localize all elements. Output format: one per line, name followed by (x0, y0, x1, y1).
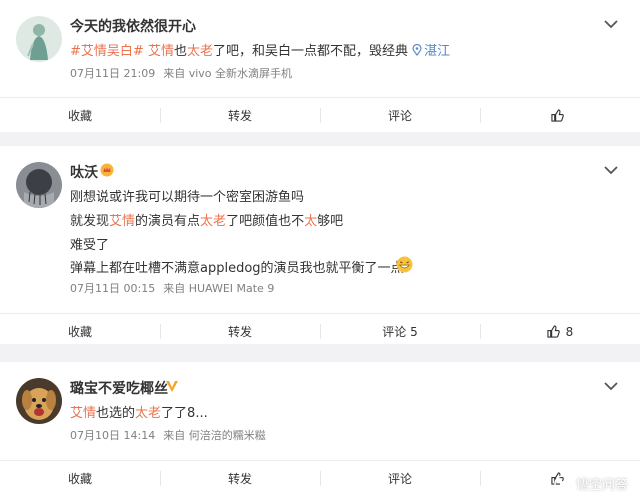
comment-button[interactable]: 评论 (320, 461, 480, 496)
grin-emoji-icon (396, 256, 413, 277)
post-card-1: 今天的我依然很开心 #艾情吴白# 艾情也太老了吧，和吴白一点都不配，毁经典 湛江… (0, 0, 640, 132)
username[interactable]: 璐宝不爱吃椰丝 (70, 378, 168, 398)
text-segment: 也 (173, 44, 187, 59)
chevron-down-icon[interactable] (604, 165, 618, 175)
action-bar: 收藏 转发 评论 (0, 460, 640, 496)
avatar[interactable] (16, 162, 62, 208)
post-meta: 07月11日 00:15 来自 HUAWEI Mate 9 (70, 280, 274, 296)
post-source[interactable]: 来自 何涪涪的糯米糍 (163, 429, 266, 442)
username[interactable]: 呔沃 (70, 162, 98, 182)
comment-label: 评论 (387, 109, 412, 123)
favorite-button[interactable]: 收藏 (0, 98, 160, 133)
chevron-down-icon[interactable] (604, 381, 618, 391)
keyword-highlight: 太 (304, 214, 318, 229)
repost-label: 转发 (227, 109, 252, 123)
post-text: 艾情也选的太老了了8... (70, 402, 208, 421)
thumbs-up-icon (547, 325, 560, 338)
text-segment: 也选的 (96, 406, 136, 421)
post-text: #艾情吴白# 艾情也太老了吧，和吴白一点都不配，毁经典 湛江 (70, 40, 450, 59)
like-count: 8 (565, 324, 574, 339)
post-time[interactable]: 07月11日 21:09 (70, 67, 155, 80)
post-source[interactable]: 来自 HUAWEI Mate 9 (163, 282, 274, 295)
favorite-label: 收藏 (67, 325, 92, 339)
keyword-highlight: 太老 (200, 214, 227, 229)
keyword-highlight: 艾情 (70, 406, 97, 421)
hashtag-link[interactable]: #艾情吴白# (70, 44, 144, 59)
favorite-label: 收藏 (67, 109, 92, 123)
favorite-label: 收藏 (67, 472, 92, 486)
post-meta: 07月11日 21:09 来自 vivo 全新水滴屏手机 (70, 65, 292, 81)
post-card-3: 璐宝不爱吃椰丝 艾情也选的太老了了8... 07月10日 14:14 来自 何涪涪… (0, 362, 640, 501)
action-bar: 收藏 转发 评论 5 8 (0, 313, 640, 349)
favorite-button[interactable]: 收藏 (0, 461, 160, 496)
text-segment: 了吧，和吴白一点都不配，毁经典 (212, 44, 413, 59)
keyword-highlight: 艾情 (147, 44, 174, 59)
text-segment: 弹幕上都在吐槽不满意appledog的演员我也就平衡了一点 (70, 261, 404, 276)
post-source[interactable]: 来自 vivo 全新水滴屏手机 (163, 67, 292, 80)
thumbs-up-icon (550, 109, 564, 122)
avatar[interactable] (16, 378, 62, 424)
post-time[interactable]: 07月11日 00:15 (70, 282, 155, 295)
avatar[interactable] (16, 16, 62, 62)
chevron-down-icon[interactable] (604, 19, 618, 29)
keyword-highlight: 太老 (135, 406, 162, 421)
action-bar: 收藏 转发 评论 (0, 97, 640, 133)
comment-button[interactable]: 评论 5 (320, 314, 480, 349)
watermark-text: 悟空问答 (575, 478, 628, 493)
post-text-line: 就发现艾情的演员有点太老了吧颜值也不太够吧 (70, 210, 343, 229)
post-meta: 07月10日 14:14 来自 何涪涪的糯米糍 (70, 427, 266, 443)
location-pin-icon (412, 43, 422, 56)
repost-button[interactable]: 转发 (160, 461, 320, 496)
like-button[interactable]: 8 (480, 314, 640, 349)
text-segment: 刚想说或许我可以期待一个密室困游鱼吗 (70, 190, 305, 205)
favorite-button[interactable]: 收藏 (0, 314, 160, 349)
post-text-line: 难受了 (70, 234, 109, 253)
text-segment: 的演员有点 (135, 214, 201, 229)
like-button[interactable] (480, 98, 640, 133)
comment-label: 评论 (387, 472, 412, 486)
keyword-highlight: 太老 (186, 44, 213, 59)
watermark: 悟空问答 (554, 474, 628, 493)
keyword-highlight: 艾情 (109, 214, 136, 229)
username[interactable]: 今天的我依然很开心 (70, 16, 196, 36)
post-text-line: 刚想说或许我可以期待一个密室困游鱼吗 (70, 186, 304, 205)
text-segment: 了吧颜值也不 (226, 214, 305, 229)
crown-badge-icon (100, 162, 114, 181)
text-segment: 够吧 (317, 214, 344, 229)
post-time[interactable]: 07月10日 14:14 (70, 429, 155, 442)
post-text-line: 弹幕上都在吐槽不满意appledog的演员我也就平衡了一点 (70, 257, 404, 276)
repost-label: 转发 (227, 325, 252, 339)
wukong-logo-icon (554, 474, 572, 493)
comment-button[interactable]: 评论 (320, 98, 480, 133)
text-segment: 就发现 (70, 214, 110, 229)
verified-v-icon (165, 378, 179, 397)
post-card-2: 呔沃 刚想说或许我可以期待一个密室困游鱼吗 就发现艾情的演员有点太老了吧颜值也不… (0, 146, 640, 344)
text-segment: 难受了 (70, 238, 110, 253)
comment-label: 评论 5 (382, 325, 418, 339)
text-segment: 了了8... (161, 406, 208, 421)
location-link[interactable]: 湛江 (424, 44, 450, 59)
repost-label: 转发 (227, 472, 252, 486)
repost-button[interactable]: 转发 (160, 98, 320, 133)
repost-button[interactable]: 转发 (160, 314, 320, 349)
